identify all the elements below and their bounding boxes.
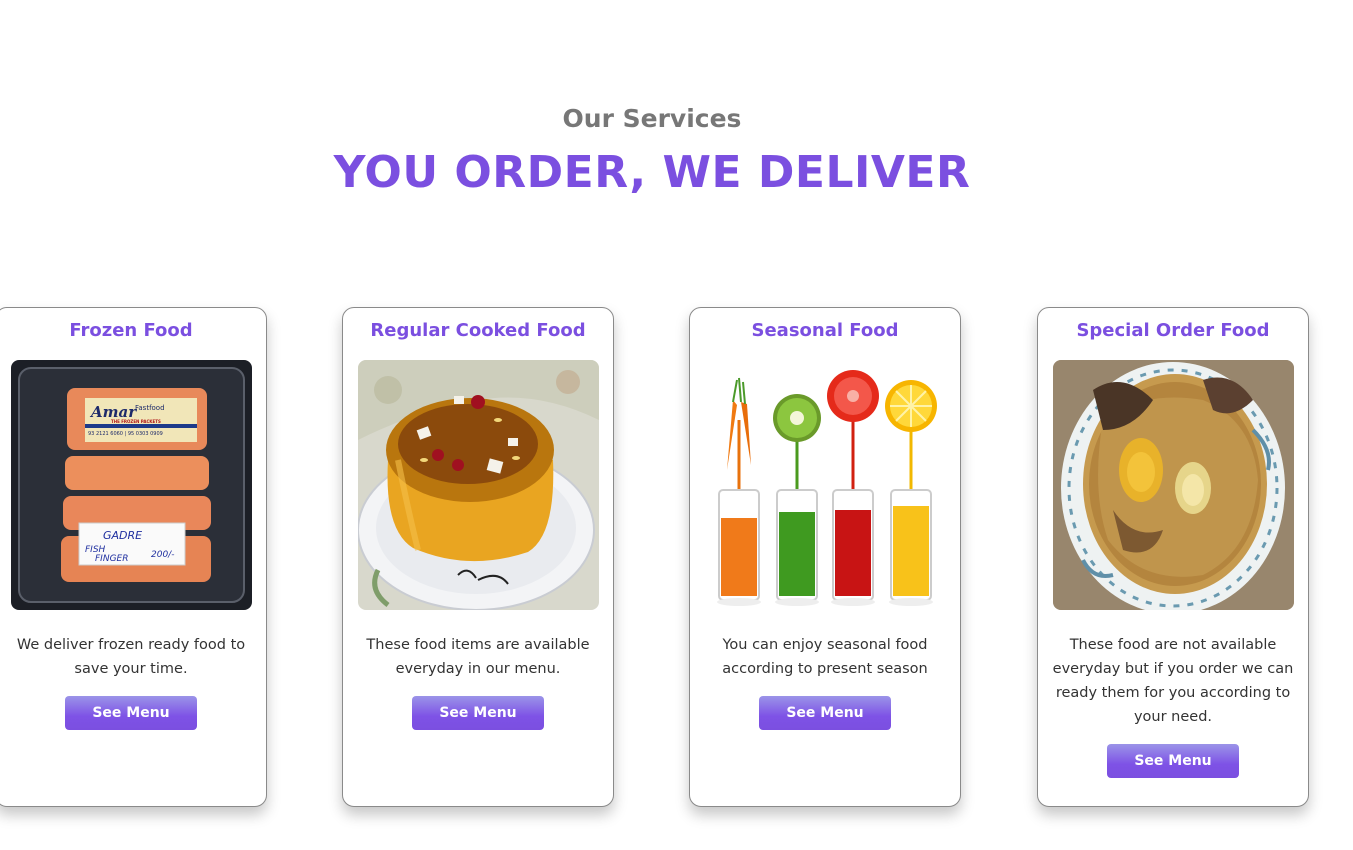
see-menu-button[interactable]: See Menu <box>1107 744 1239 778</box>
card-title: Frozen Food <box>69 320 193 341</box>
biryani-plate-photo <box>1053 360 1294 610</box>
card-description: These food are not available everyday bu… <box>1052 637 1294 725</box>
package-tagline-text: THE FROZEN PACKETS <box>111 419 161 424</box>
package-tag-price: 200/- <box>151 550 174 560</box>
card-title: Special Order Food <box>1076 320 1270 341</box>
see-menu-button[interactable]: See Menu <box>65 696 197 730</box>
card-title: Regular Cooked Food <box>370 320 586 341</box>
services-section: Our Services YOU ORDER, WE DELIVER Froze… <box>0 0 1353 850</box>
card-description: We deliver frozen ready food to save you… <box>16 637 246 677</box>
section-title: YOU ORDER, WE DELIVER <box>333 147 971 198</box>
package-brand-sub-text: Fastfood <box>135 404 165 412</box>
see-menu-button[interactable]: See Menu <box>412 696 544 730</box>
section-subtitle: Our Services <box>562 104 742 133</box>
package-phone-text: 93 2121 6060 | 95 0303 0909 <box>88 431 163 437</box>
service-card-frozen-food: Frozen Food Amar Fastfood THE FROZEN PAC… <box>0 307 267 807</box>
card-description: These food items are available everyday … <box>366 637 590 677</box>
fruit-juice-glasses-photo <box>705 360 946 610</box>
see-menu-button[interactable]: See Menu <box>759 696 891 730</box>
frozen-fish-fingers-photo: Amar Fastfood THE FROZEN PACKETS 93 2121… <box>11 360 252 610</box>
package-tag-line3: FINGER <box>95 554 128 564</box>
package-tag-line1: GADRE <box>103 529 142 542</box>
service-card-special-order-food: Special Order Food These food are not av… <box>1037 307 1309 807</box>
card-title: Seasonal Food <box>751 320 899 341</box>
pudding-cake-photo <box>358 360 599 610</box>
card-description: You can enjoy seasonal food according to… <box>722 637 928 677</box>
service-card-seasonal-food: Seasonal Food You can enjoy seasonal foo… <box>689 307 961 807</box>
service-card-regular-cooked-food: Regular Cooked Food These food items are… <box>342 307 614 807</box>
